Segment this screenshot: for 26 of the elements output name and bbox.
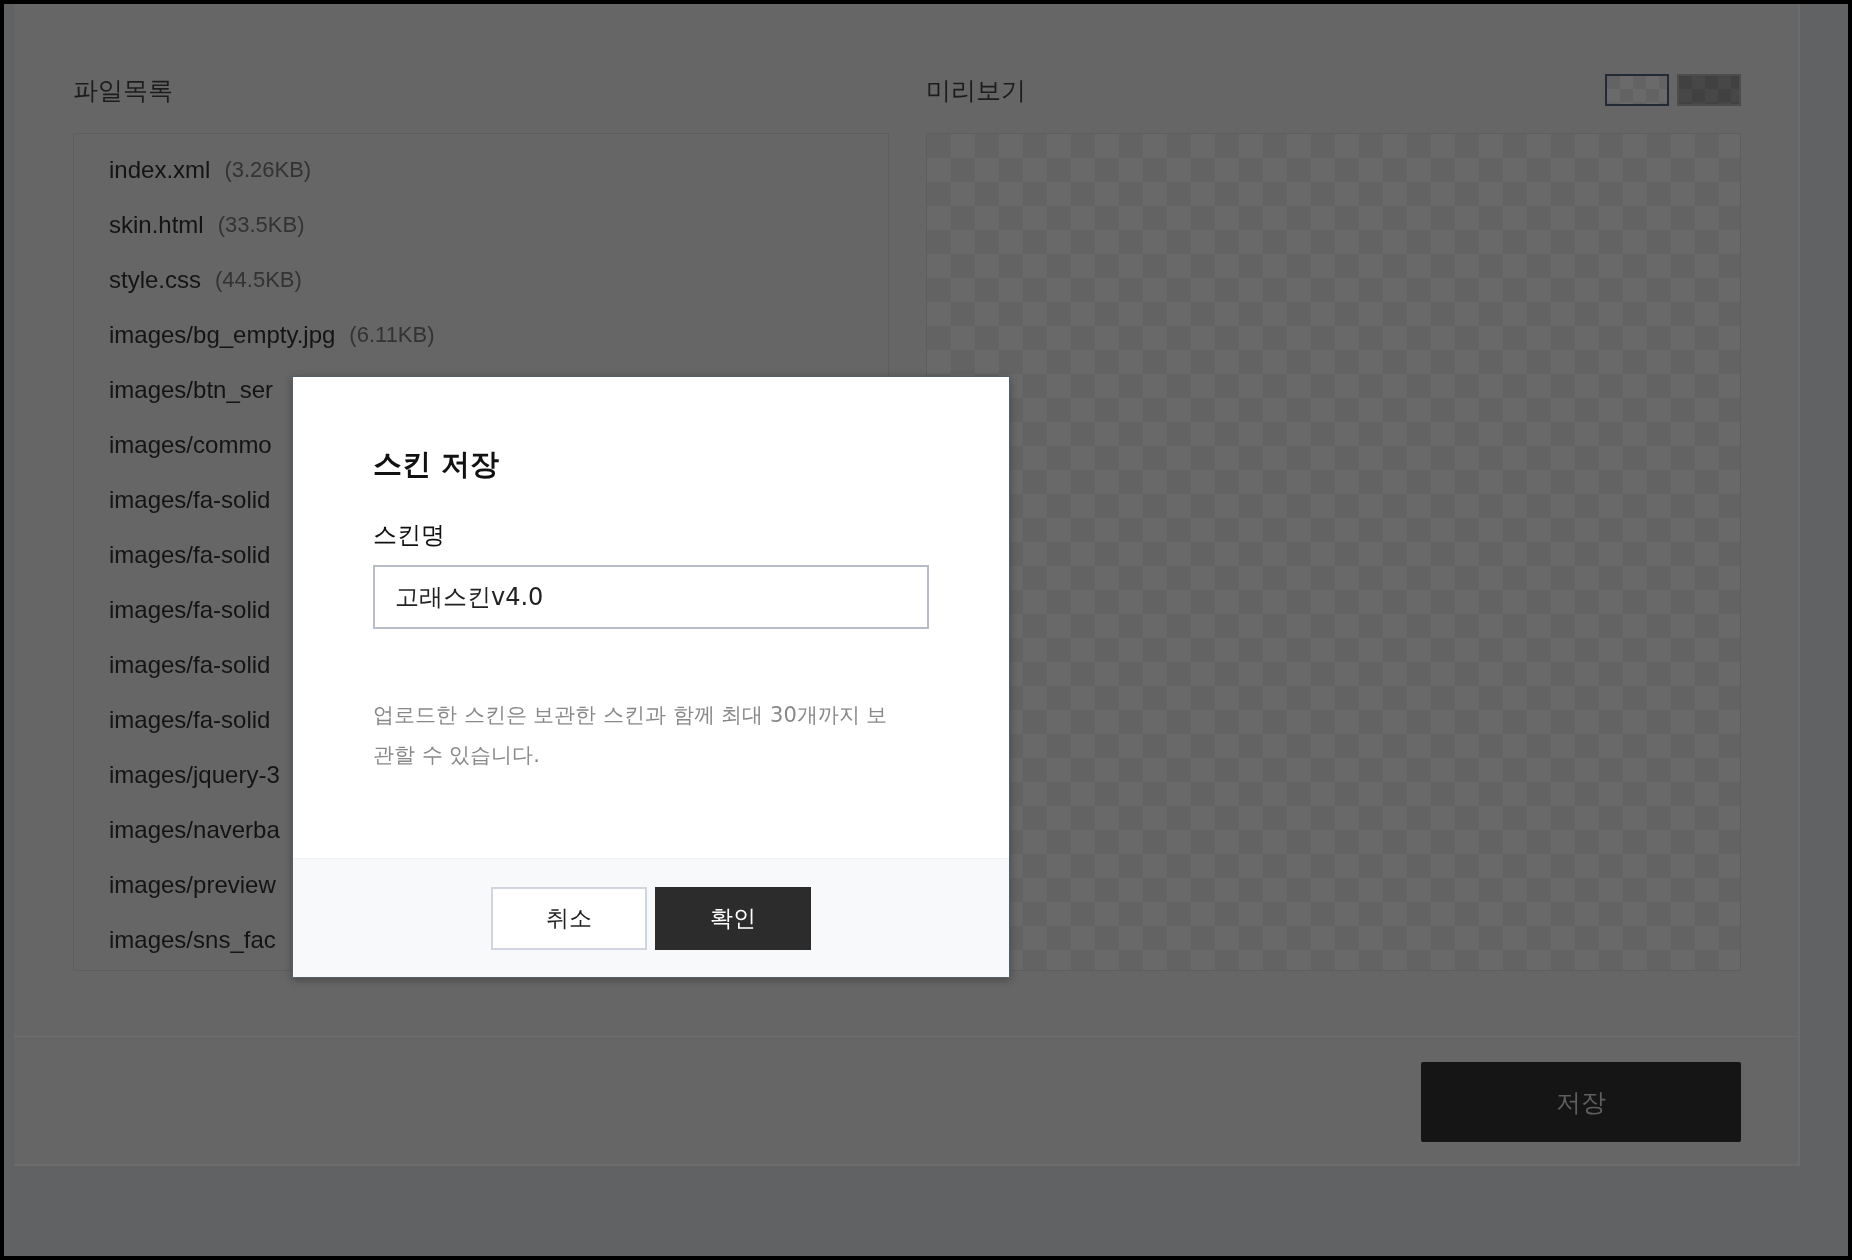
- file-name[interactable]: images/fa-solid: [109, 705, 271, 734]
- save-button[interactable]: 저장: [1421, 1062, 1741, 1142]
- file-name[interactable]: images/naverba: [109, 815, 280, 844]
- field-label: 스킨명: [373, 520, 446, 551]
- background-swatch[interactable]: [1677, 74, 1741, 106]
- skin-name-field[interactable]: 고래스킨v4.0: [373, 565, 929, 629]
- file-name[interactable]: style.css: [109, 265, 201, 294]
- file-name[interactable]: index.xml: [109, 155, 211, 184]
- file-name[interactable]: images/jquery-3: [109, 760, 280, 789]
- preview-title: 미리보기: [925, 75, 1026, 107]
- file-name[interactable]: images/fa-solid: [109, 595, 271, 624]
- file-name[interactable]: images/fa-solid: [109, 650, 271, 679]
- file-list-title: 파일목록: [73, 75, 173, 107]
- file-name[interactable]: images/bg_empty.jpg: [109, 320, 336, 349]
- file-name[interactable]: images/preview: [109, 870, 276, 899]
- file-name[interactable]: images/btn_ser: [109, 375, 274, 404]
- confirm-button[interactable]: 확인: [655, 886, 811, 950]
- dialog-title: 스킨 저장: [373, 446, 501, 483]
- background-swatch[interactable]: [1605, 74, 1669, 106]
- help-text: 업로드한 스킨은 보관한 스킨과 함께 최대 30개까지 보관할 수 있습니다.: [373, 702, 889, 769]
- file-name[interactable]: images/fa-solid: [109, 485, 271, 514]
- file-name[interactable]: images/sns_fac: [109, 925, 276, 954]
- file-name[interactable]: skin.html: [109, 210, 204, 239]
- cancel-button[interactable]: 취소: [491, 886, 647, 950]
- file-name[interactable]: images/commo: [109, 430, 272, 459]
- file-name[interactable]: images/fa-solid: [109, 540, 271, 569]
